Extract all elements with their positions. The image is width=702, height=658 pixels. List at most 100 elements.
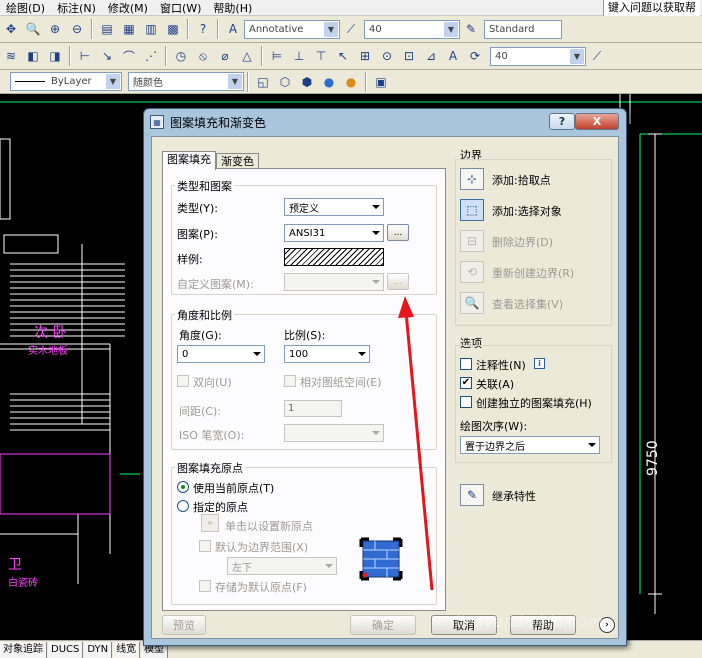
tolerance-icon[interactable]: ⊞: [355, 46, 375, 66]
select-objects-icon[interactable]: ⬚: [460, 199, 484, 221]
menu-modify[interactable]: 修改(M): [102, 0, 154, 16]
specified-origin-radio[interactable]: [177, 500, 189, 512]
inherit-properties-icon[interactable]: ✎: [460, 484, 484, 506]
dim-style-manager-icon[interactable]: ⟋: [587, 46, 607, 66]
properties-icon[interactable]: ▤: [97, 19, 117, 39]
jogged-icon[interactable]: ⦸: [193, 46, 213, 66]
inherit-properties-label[interactable]: 继承特性: [492, 488, 536, 504]
diameter-icon[interactable]: ⌀: [215, 46, 235, 66]
aligned-dim-icon[interactable]: ↘: [97, 46, 117, 66]
dim-style-combo-2[interactable]: 40 ▼: [490, 46, 586, 66]
zoom-window-icon[interactable]: ⊕: [45, 19, 65, 39]
dim-style-value-2: 40: [495, 50, 508, 62]
angular-icon[interactable]: △: [237, 46, 257, 66]
status-lineweight[interactable]: 线宽: [113, 641, 141, 658]
linetype-combo[interactable]: ByLayer ▼: [10, 72, 122, 91]
close-button[interactable]: X: [575, 113, 619, 130]
material-icon[interactable]: ●: [341, 72, 361, 92]
title-help-button[interactable]: ?: [549, 113, 575, 130]
spacing-input[interactable]: 1: [284, 400, 342, 417]
text-style-combo[interactable]: Annotative ▼: [244, 19, 340, 39]
menu-help[interactable]: 帮助(H): [207, 0, 258, 16]
custom-browse-button[interactable]: ...: [387, 273, 409, 290]
view-selection-label[interactable]: 查看选择集(V): [492, 296, 563, 312]
layer-state-icon[interactable]: ◨: [45, 46, 65, 66]
extents-combo[interactable]: 左下: [227, 557, 337, 575]
arc-length-icon[interactable]: ⌒: [119, 46, 139, 66]
pattern-combo[interactable]: ANSI31: [284, 224, 384, 242]
info-icon[interactable]: i: [534, 358, 545, 369]
custom-pattern-combo[interactable]: [284, 273, 384, 291]
dim-edit-icon[interactable]: ⊿: [421, 46, 441, 66]
add-select-label[interactable]: 添加:选择对象: [492, 203, 562, 219]
dim-style-icon[interactable]: ⟋: [341, 19, 361, 39]
color-combo[interactable]: 随颜色 ▼: [128, 72, 244, 91]
scale-combo[interactable]: 100: [284, 345, 370, 363]
dim-style-combo[interactable]: 40 ▼: [364, 19, 460, 39]
angle-combo[interactable]: 0: [177, 345, 265, 363]
text-style-value: Annotative: [249, 23, 304, 35]
pan-icon[interactable]: ✥: [1, 19, 21, 39]
menu-dimension[interactable]: 标注(N): [51, 0, 102, 16]
quick-dim-icon[interactable]: ⊨: [267, 46, 287, 66]
status-otrack[interactable]: 对象追踪: [0, 641, 47, 658]
menu-draw[interactable]: 绘图(D): [0, 0, 51, 16]
radius-icon[interactable]: ◷: [171, 46, 191, 66]
box-3d-icon[interactable]: ⬡: [275, 72, 295, 92]
tab-gradient[interactable]: 渐变色: [216, 153, 259, 169]
remove-boundary-icon[interactable]: ⊟: [460, 230, 484, 252]
menu-window[interactable]: 窗口(W): [154, 0, 207, 16]
text-style-icon[interactable]: A: [223, 19, 243, 39]
default-extents-checkbox[interactable]: [199, 540, 211, 552]
dim-text-edit-icon[interactable]: A: [443, 46, 463, 66]
design-center-icon[interactable]: ▦: [119, 19, 139, 39]
ordinate-icon[interactable]: ⋰: [141, 46, 161, 66]
help-icon[interactable]: ?: [193, 19, 213, 39]
sheet-set-icon[interactable]: ▣: [371, 72, 391, 92]
use-current-origin-radio[interactable]: [177, 481, 189, 493]
cube-icon[interactable]: ⬢: [297, 72, 317, 92]
ok-button[interactable]: 确定: [350, 615, 416, 635]
pattern-browse-button[interactable]: ...: [387, 224, 409, 241]
help-search-input[interactable]: 键入问题以获取帮: [603, 0, 700, 16]
layer-previous-icon[interactable]: ◧: [23, 46, 43, 66]
view-selection-icon[interactable]: 🔍: [460, 292, 484, 314]
recreate-boundary-label[interactable]: 重新创建边界(R): [492, 265, 574, 281]
separate-hatch-checkbox[interactable]: [460, 396, 472, 408]
draw-order-combo[interactable]: 置于边界之后: [460, 436, 600, 454]
center-mark-icon[interactable]: ⊙: [377, 46, 397, 66]
calculator-icon[interactable]: ▩: [163, 19, 183, 39]
continue-icon[interactable]: ⊤: [311, 46, 331, 66]
zoom-previous-icon[interactable]: ⊖: [67, 19, 87, 39]
table-style-combo[interactable]: Standard: [484, 19, 562, 39]
associative-checkbox[interactable]: ✔: [460, 377, 472, 389]
type-combo[interactable]: 预定义: [284, 198, 384, 216]
annotative-checkbox[interactable]: [460, 358, 472, 370]
inspect-icon[interactable]: ⊡: [399, 46, 419, 66]
dim-update-icon[interactable]: ⟳: [465, 46, 485, 66]
baseline-icon[interactable]: ⊥: [289, 46, 309, 66]
set-origin-icon[interactable]: ⌖: [201, 514, 219, 532]
sphere-icon[interactable]: ●: [319, 72, 339, 92]
remove-boundary-label[interactable]: 删除边界(D): [492, 234, 553, 250]
qleader-icon[interactable]: ↖: [333, 46, 353, 66]
iso-pen-combo[interactable]: [284, 424, 384, 442]
relative-paper-checkbox[interactable]: [284, 375, 296, 387]
pick-points-icon[interactable]: ⊹: [460, 168, 484, 190]
double-checkbox[interactable]: [177, 375, 189, 387]
add-pick-label[interactable]: 添加:拾取点: [492, 172, 551, 188]
preview-button[interactable]: 预览: [162, 615, 206, 635]
zoom-realtime-icon[interactable]: 🔍: [23, 19, 43, 39]
render-icon[interactable]: ◱: [253, 72, 273, 92]
linear-dim-icon[interactable]: ⊢: [75, 46, 95, 66]
status-ducs[interactable]: DUCS: [48, 641, 84, 658]
table-style-icon[interactable]: ✎: [461, 19, 481, 39]
store-default-checkbox[interactable]: [199, 580, 211, 592]
tool-palettes-icon[interactable]: ▥: [141, 19, 161, 39]
recreate-boundary-icon[interactable]: ⟲: [460, 261, 484, 283]
status-dyn[interactable]: DYN: [84, 641, 113, 658]
hatch-sample-swatch[interactable]: [284, 248, 384, 266]
layer-icon[interactable]: ≋: [1, 46, 21, 66]
dialog-titlebar[interactable]: ▦ 图案填充和渐变色 ? X: [144, 109, 626, 135]
tab-hatch[interactable]: 图案填充: [162, 151, 216, 170]
